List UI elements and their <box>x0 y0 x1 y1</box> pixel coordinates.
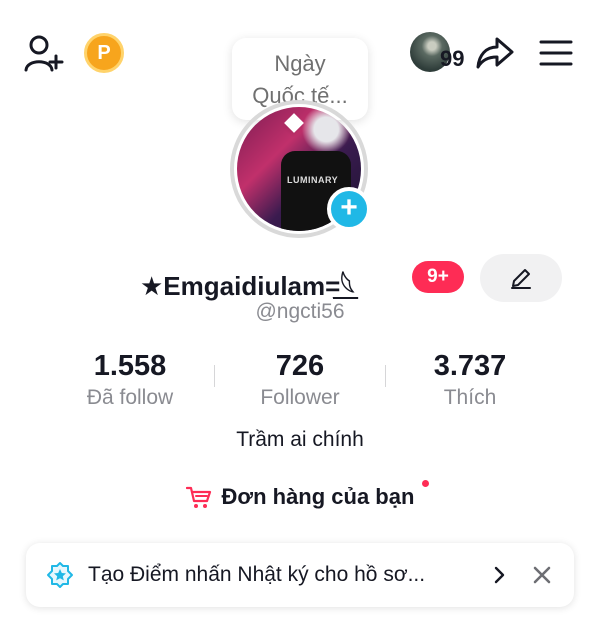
avatar-shirt-text: LUMINARY <box>287 175 339 185</box>
points-coin-button[interactable]: P <box>84 33 124 73</box>
shopping-cart-icon <box>185 486 211 508</box>
star-badge-icon <box>47 562 73 588</box>
stat-likes-value: 3.737 <box>433 350 507 382</box>
menu-button[interactable] <box>538 38 574 68</box>
coin-letter: P <box>97 41 111 64</box>
add-story-button[interactable]: + <box>327 187 371 231</box>
stat-followers[interactable]: 726 Follower <box>215 350 385 410</box>
add-friend-button[interactable] <box>22 34 66 74</box>
chevron-right-icon[interactable] <box>494 566 506 584</box>
stat-followers-value: 726 <box>275 350 325 382</box>
note-line-1: Ngày <box>274 51 326 76</box>
close-icon[interactable] <box>532 565 552 585</box>
highlight-card-text: Tạo Điểm nhấn Nhật ký cho hồ sơ... <box>88 563 426 586</box>
orders-link[interactable]: Đơn hàng của bạn <box>0 482 600 512</box>
plus-icon: + <box>340 191 358 224</box>
stat-following-value: 1.558 <box>93 350 167 382</box>
points-coin-icon: P <box>84 33 124 73</box>
share-arrow-icon <box>476 37 514 69</box>
name-row: ★Emgaidiulam=̲͟𓆩 9+ <box>0 254 600 302</box>
share-button[interactable] <box>474 34 516 72</box>
pencil-icon <box>511 269 531 289</box>
friends-activity-button[interactable]: 99 <box>410 32 482 74</box>
stat-likes[interactable]: 3.737 Thích <box>385 350 555 410</box>
highlight-suggestion-card[interactable]: Tạo Điểm nhấn Nhật ký cho hồ sơ... <box>26 543 574 607</box>
notification-badge[interactable]: 9+ <box>412 261 464 293</box>
user-handle: @ngcti56 <box>255 300 345 323</box>
orders-notification-dot <box>422 480 429 487</box>
stat-following-label: Đã follow <box>86 386 174 409</box>
display-name: ★Emgaidiulam=̲͟𓆩 <box>140 271 355 301</box>
profile-bio: Trầm ai chính <box>236 428 364 451</box>
edit-profile-button[interactable] <box>480 254 562 302</box>
person-plus-icon <box>24 35 64 72</box>
hamburger-menu-icon <box>539 40 573 66</box>
stat-likes-label: Thích <box>443 386 497 409</box>
stat-following[interactable]: 1.558 Đã follow <box>45 350 215 410</box>
stat-followers-label: Follower <box>260 386 340 409</box>
orders-label: Đơn hàng của bạn <box>221 484 415 509</box>
friends-count: 99 <box>440 46 465 71</box>
